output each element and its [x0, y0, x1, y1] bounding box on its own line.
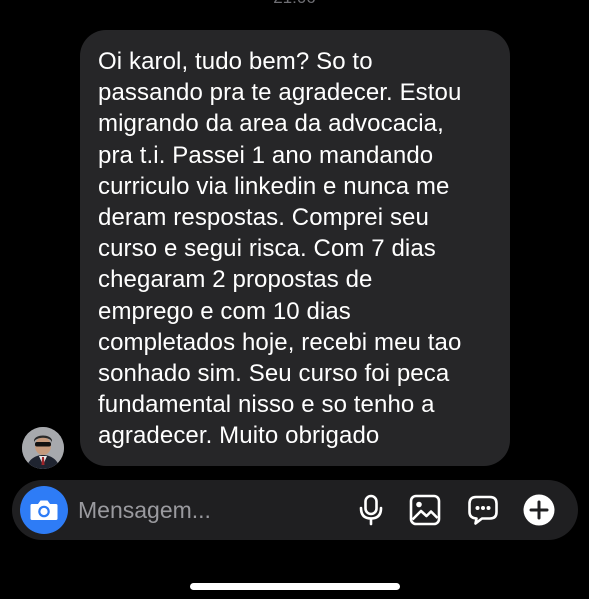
sticker-button[interactable]: [465, 492, 501, 528]
message-composer: [12, 480, 578, 540]
more-options-button[interactable]: [521, 492, 557, 528]
incoming-message-bubble[interactable]: Oi karol, tudo bem? So to passando pra t…: [80, 30, 510, 466]
microphone-icon: [359, 494, 383, 526]
gallery-icon: [409, 494, 441, 526]
camera-icon: [30, 500, 58, 520]
sticker-icon: [468, 495, 498, 525]
microphone-button[interactable]: [353, 492, 389, 528]
plus-icon: [523, 494, 555, 526]
gallery-button[interactable]: [407, 492, 443, 528]
sender-avatar[interactable]: [22, 427, 64, 469]
message-text: Oi karol, tudo bem? So to passando pra t…: [98, 48, 462, 450]
avatar-photo: [22, 427, 64, 469]
home-indicator[interactable]: [190, 583, 400, 590]
message-input[interactable]: [78, 480, 348, 540]
camera-button[interactable]: [20, 486, 68, 534]
message-timestamp: 21:06: [0, 0, 589, 8]
